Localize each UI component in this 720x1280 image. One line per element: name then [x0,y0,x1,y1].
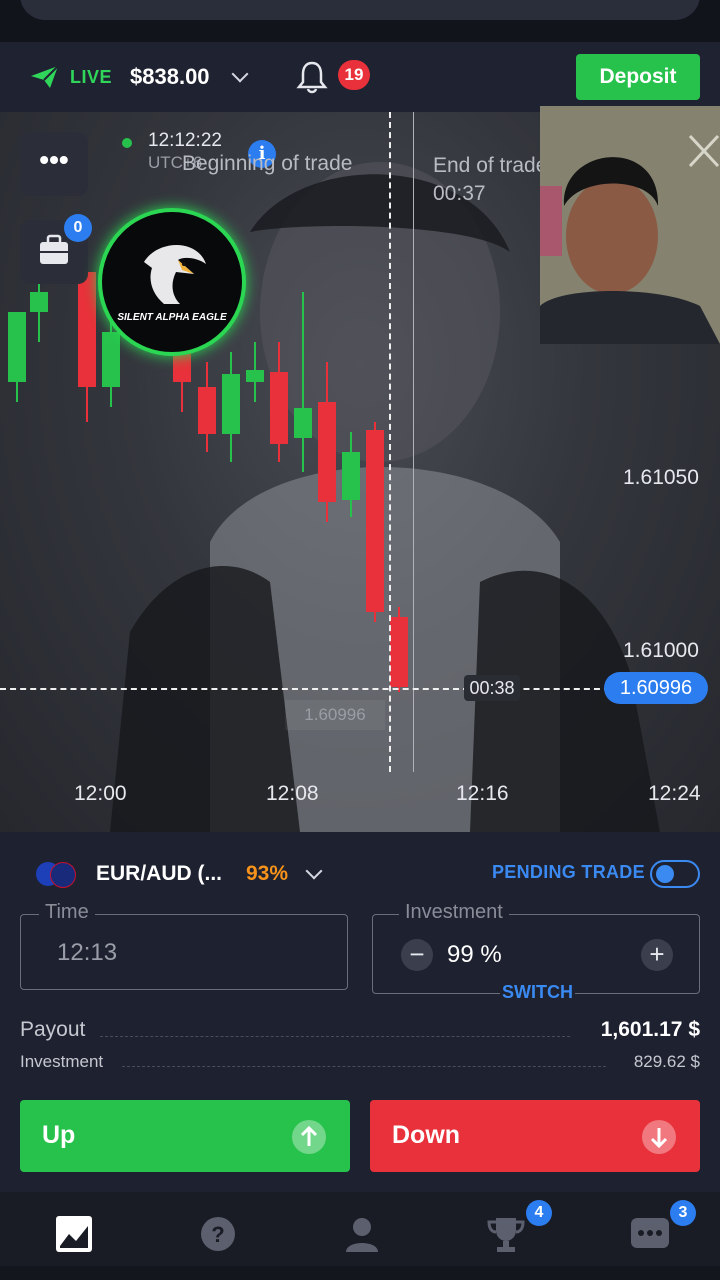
trade-end-line [413,112,414,772]
pending-trade-label: PENDING TRADE [492,862,645,882]
payout-label: Payout [20,1018,86,1041]
investment-row-label: Investment [20,1052,104,1071]
time-value: 12:13 [57,939,118,966]
candle-down [390,617,408,687]
portfolio-badge: 0 [64,214,92,242]
y-tick: 1.61000 [623,639,699,662]
arrow-up-icon [292,1120,326,1154]
down-label: Down [392,1121,461,1149]
nav-achievements[interactable] [486,1214,526,1254]
payout-percent: 93% [246,862,289,885]
bell-icon[interactable] [296,60,328,94]
investment-value: 99 % [447,941,502,968]
user-icon [346,1218,378,1252]
down-button[interactable]: Down [370,1100,700,1172]
chat-badge: 3 [670,1200,696,1226]
arrow-down-icon [642,1120,676,1154]
webcam-overlay [540,106,720,344]
achievements-badge: 4 [526,1200,552,1226]
x-tick: 12:08 [266,782,319,805]
x-tick: 12:00 [74,782,127,805]
switch-button[interactable]: SWITCH [500,982,575,1003]
system-nav-bar [0,1266,720,1280]
logo-text: SILENT ALPHA EAGLE [117,312,227,323]
trade-panel: EUR/AUD (... 93% PENDING TRADE Time 12:1… [0,832,720,1198]
chevron-down-icon [305,862,323,880]
candle-down [78,272,96,387]
end-of-trade-label: End of trade 00:37 [433,152,543,208]
decrease-button[interactable]: − [401,939,433,971]
chat-icon [631,1218,669,1248]
time-label: Time [39,901,95,924]
payout-leader [100,1036,570,1037]
svg-text:?: ? [211,1222,224,1247]
investment-label: Investment [399,901,509,924]
clock-time: 12:12:22 [148,130,222,151]
investment-leader [122,1066,606,1067]
help-icon: ? [201,1217,235,1251]
candle-up [8,312,26,382]
asset-selector[interactable]: EUR/AUD (... 93% [36,860,323,888]
end-countdown: 00:37 [433,182,486,205]
more-menu-button[interactable]: ••• [20,132,88,196]
investment-row: Investment 829.62 $ [20,1052,700,1074]
increase-button[interactable]: + [641,939,673,971]
current-price-badge: 1.60996 [604,672,708,704]
beginning-of-trade-label: Beginning of trade [182,152,353,175]
ghost-price-label: 1.60996 [285,700,385,730]
candle-down [198,387,216,434]
person-video-frame [540,106,720,344]
investment-row-value: 829.62 $ [633,1052,700,1071]
candle-down [318,402,336,502]
payout-row: Payout 1,601.17 $ [20,1018,700,1044]
asset-name: EUR/AUD (... [96,862,222,885]
channel-logo: SILENT ALPHA EAGLE [98,208,246,356]
up-button[interactable]: Up [20,1100,350,1172]
eur-aud-flag-icon [36,860,76,888]
end-label-text: End of trade [433,154,543,177]
nav-help[interactable]: ? [198,1214,238,1254]
nav-chart[interactable] [54,1214,94,1254]
x-tick: 12:16 [456,782,509,805]
toggle-knob [656,865,674,883]
candle-up [222,374,240,434]
payout-value: 1,601.17 $ [600,1018,700,1041]
chart-icon [56,1216,92,1252]
notifications-badge: 19 [338,60,370,90]
nav-profile[interactable] [342,1214,382,1254]
trade-timer: 00:38 [464,675,520,701]
y-tick: 1.61050 [623,466,699,489]
ellipsis-icon: ••• [39,144,69,175]
chevron-down-icon [231,65,249,83]
candle-down [366,430,384,612]
nav-chat[interactable] [630,1214,670,1254]
paper-plane-icon [31,65,59,88]
deposit-button[interactable]: Deposit [576,54,700,100]
pending-trade-toggle[interactable] [650,860,700,888]
x-tick: 12:24 [648,782,701,805]
balance: $838.00 [130,64,210,89]
candle-up [342,452,360,500]
candle-down [270,372,288,444]
trade-start-line [389,112,391,772]
account-selector[interactable]: LIVE $838.00 [30,64,249,90]
top-strip [0,0,720,42]
status-dot [122,138,132,148]
candle-up [294,408,312,438]
up-label: Up [42,1121,76,1149]
candle-up [30,292,48,312]
header-bar: LIVE $838.00 19 Deposit [0,42,720,112]
time-field[interactable]: Time 12:13 [20,901,348,990]
candle-up [246,370,264,382]
trophy-icon [487,1218,525,1252]
mode-label: LIVE [70,66,113,87]
search-pill[interactable] [20,0,700,20]
eagle-icon [144,245,206,304]
